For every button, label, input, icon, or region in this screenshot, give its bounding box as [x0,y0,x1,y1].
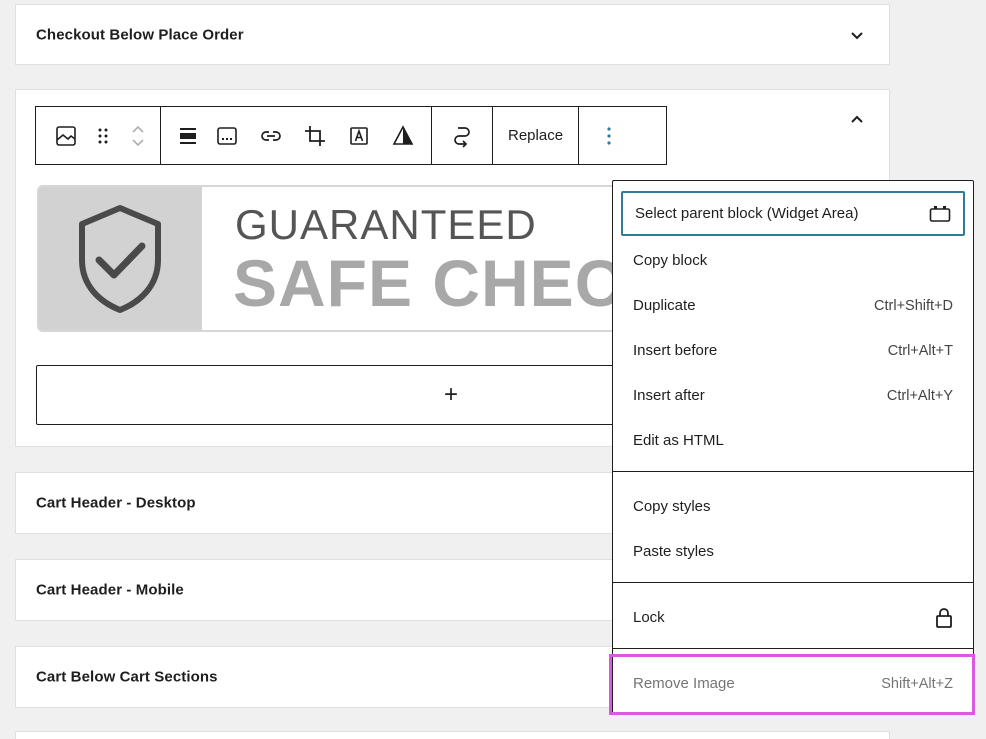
more-options-button[interactable] [589,107,629,164]
panel-checkout-below-place-order[interactable]: Checkout Below Place Order [15,4,890,65]
menu-item-label: Insert before [633,342,718,359]
panel-title: Checkout Below Place Order [36,26,244,43]
menu-separator [613,471,973,472]
menu-item-label: Insert after [633,387,705,404]
block-options-menu: Select parent block (Widget Area) Copy b… [612,180,974,714]
crop-icon [305,125,325,146]
drag-handle[interactable] [86,107,120,164]
caption-button[interactable] [205,107,249,164]
drag-handle-icon [98,128,108,143]
menu-item-label: Edit as HTML [633,432,724,449]
image-icon [56,125,76,146]
image-block-button[interactable] [46,107,86,164]
menu-item-shortcut: Ctrl+Alt+Y [886,387,953,404]
menu-item-lock[interactable]: Lock [621,595,965,640]
menu-item-label: Copy block [633,252,708,269]
move-up-down-buttons[interactable] [120,107,156,164]
transform-button[interactable] [442,107,482,164]
add-block-button[interactable]: + [36,365,636,425]
menu-item-label: Paste styles [633,543,714,560]
image-text-line2: SAFE CHECKOUT [233,246,635,320]
chevron-down-icon[interactable] [849,27,865,43]
highlight-annotation [609,654,975,715]
toolbar-group-block [36,107,161,164]
transform-icon [454,126,470,148]
menu-item-label: Lock [633,609,665,626]
text-overlay-icon [350,126,368,145]
crop-button[interactable] [293,107,337,164]
panel-partial [15,731,890,739]
menu-item-copy-block[interactable]: Copy block [621,238,965,283]
menu-item-label: Select parent block (Widget Area) [635,205,859,222]
panel-title: Cart Header - Desktop [36,494,196,512]
caption-icon [217,126,237,145]
menu-item-shortcut: Ctrl+Alt+T [887,342,953,359]
menu-item-copy-styles[interactable]: Copy styles [621,484,965,529]
image-badge-area [39,187,202,330]
image-text-line1: GUARANTEED [235,201,537,248]
menu-item-edit-as-html[interactable]: Edit as HTML [621,418,965,463]
toolbar-group-tools [161,107,432,164]
plus-icon: + [443,381,458,408]
toolbar-group-transform [432,107,493,164]
panel-title: Cart Below Cart Sections [36,668,218,686]
lock-icon [936,607,952,628]
toolbar-group-options [579,107,639,164]
menu-item-insert-before[interactable]: Insert before Ctrl+Alt+T [621,328,965,373]
link-icon [261,130,281,141]
move-up-down-icon [132,125,144,146]
align-button[interactable] [171,107,205,164]
menu-item-label: Duplicate [633,297,696,314]
image-block[interactable]: GUARANTEED SAFE CHECKOUT [37,185,637,332]
menu-item-paste-styles[interactable]: Paste styles [621,529,965,574]
menu-item-duplicate[interactable]: Duplicate Ctrl+Shift+D [621,283,965,328]
widget-area-icon [929,205,951,222]
menu-separator [613,582,973,583]
more-options-icon [607,126,611,145]
replace-button[interactable]: Replace [501,127,570,144]
align-icon [180,127,196,144]
shield-check-icon [79,205,161,313]
block-toolbar: Replace [35,106,667,165]
text-overlay-button[interactable] [337,107,381,164]
link-button[interactable] [249,107,293,164]
menu-item-select-parent[interactable]: Select parent block (Widget Area) [621,191,965,236]
chevron-up-icon[interactable] [849,112,865,128]
menu-item-shortcut: Ctrl+Shift+D [874,297,953,314]
toolbar-group-replace: Replace [493,107,580,164]
menu-item-insert-after[interactable]: Insert after Ctrl+Alt+Y [621,373,965,418]
duotone-icon [392,124,414,145]
menu-separator [613,648,973,649]
panel-title: Cart Header - Mobile [36,581,184,599]
menu-item-label: Copy styles [633,498,711,515]
duotone-button[interactable] [381,107,425,164]
